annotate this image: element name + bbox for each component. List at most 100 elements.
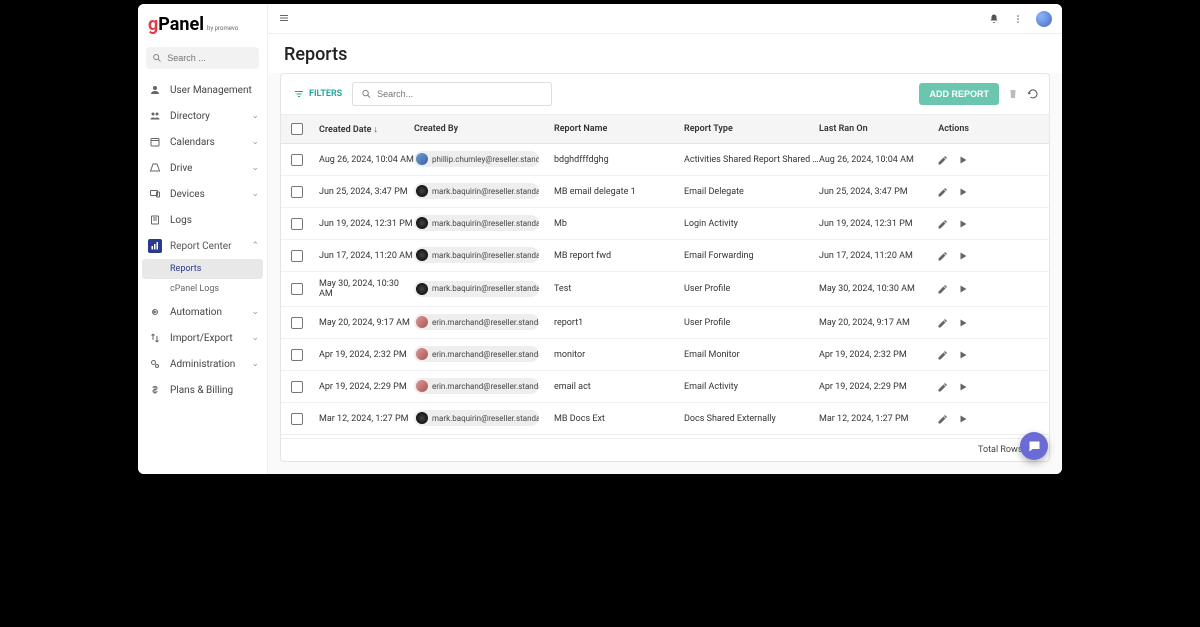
cell-created-date: Jun 19, 2024, 12:31 PM [319,219,414,229]
table-search[interactable] [352,82,552,106]
run-icon[interactable] [957,283,969,295]
sidebar-item-administration[interactable]: Administration ⌄ [138,351,267,377]
avatar-icon [416,249,428,261]
row-checkbox[interactable] [291,186,303,198]
user-chip[interactable]: mark.baquirin@reseller.standard... [414,247,539,263]
user-chip[interactable]: phillip.chumley@reseller.standa... [414,151,539,167]
menu-toggle-icon[interactable] [278,9,290,28]
search-icon [152,52,162,64]
edit-icon[interactable] [937,250,949,262]
avatar-icon [416,412,428,424]
filters-button[interactable]: FILTERS [291,84,344,104]
sidebar-item-user-management[interactable]: User Management [138,77,267,103]
edit-icon[interactable] [937,317,949,329]
user-chip[interactable]: mark.baquirin@reseller.standar... [414,410,539,426]
sidebar-item-automation[interactable]: Automation ⌄ [138,299,267,325]
delete-icon[interactable] [1007,88,1019,100]
run-icon[interactable] [957,250,969,262]
cell-last-ran: Jun 17, 2024, 11:20 AM [819,251,919,261]
user-chip[interactable]: mark.baquirin@reseller.standard... [414,215,539,231]
row-checkbox[interactable] [291,413,303,425]
bell-icon[interactable] [988,13,1000,25]
cell-report-type: Login Activity [684,219,819,229]
nav-label: Import/Export [170,333,233,344]
cell-last-ran: May 20, 2024, 9:17 AM [819,318,919,328]
row-checkbox[interactable] [291,317,303,329]
table-row: Apr 19, 2024, 2:29 PMerin.marchand@resel… [281,371,1049,403]
chat-fab[interactable] [1020,432,1048,460]
sidebar-search[interactable] [146,47,259,69]
run-icon[interactable] [957,381,969,393]
sidebar-item-report-center[interactable]: Report Center ⌃ [138,233,267,259]
sidebar-item-directory[interactable]: Directory ⌄ [138,103,267,129]
avatar-icon [416,316,428,328]
table-row: Apr 19, 2024, 2:32 PMerin.marchand@resel… [281,339,1049,371]
row-checkbox[interactable] [291,218,303,230]
cell-report-type: Email Forwarding [684,251,819,261]
main-panel: Reports FILTERS ADD REPORT Created Date↓ [268,4,1062,474]
sidebar-item-plans-billing[interactable]: Plans & Billing [138,377,267,403]
nav-label: User Management [170,85,252,96]
nav-label: Report Center [170,241,231,252]
sidebar-item-drive[interactable]: Drive ⌄ [138,155,267,181]
more-vert-icon[interactable] [1012,13,1024,25]
run-icon[interactable] [957,186,969,198]
cell-report-name: report1 [554,318,684,328]
chevron-down-icon: ⌄ [251,111,259,121]
sidebar-item-logs[interactable]: Logs [138,207,267,233]
user-chip[interactable]: erin.marchand@reseller.standar... [414,314,539,330]
sidebar-item-devices[interactable]: Devices ⌄ [138,181,267,207]
edit-icon[interactable] [937,413,949,425]
row-checkbox[interactable] [291,381,303,393]
user-chip[interactable]: mark.baquirin@reseller.standard... [414,281,539,297]
run-icon[interactable] [957,218,969,230]
edit-icon[interactable] [937,218,949,230]
row-checkbox[interactable] [291,283,303,295]
col-created-by[interactable]: Created By [414,124,554,134]
cell-report-name: Test [554,284,684,294]
sidebar-subitem-cpanel-logs[interactable]: cPanel Logs [142,279,263,299]
nav-label: Directory [170,111,210,122]
cell-report-name: monitor [554,350,684,360]
select-all-checkbox[interactable] [291,123,303,135]
user-avatar[interactable] [1036,11,1052,27]
row-checkbox[interactable] [291,154,303,166]
sidebar-item-calendars[interactable]: Calendars ⌄ [138,129,267,155]
edit-icon[interactable] [937,283,949,295]
refresh-icon[interactable] [1027,88,1039,100]
edit-icon[interactable] [937,349,949,361]
table-row: May 30, 2024, 10:30 AMmark.baquirin@rese… [281,272,1049,307]
col-last-ran[interactable]: Last Ran On [819,124,919,134]
add-report-button[interactable]: ADD REPORT [919,83,999,105]
logo-panel: Panel [158,14,204,35]
user-chip[interactable]: erin.marchand@reseller.standar... [414,346,539,362]
edit-icon[interactable] [937,381,949,393]
avatar-icon [416,283,428,295]
import-export-icon [148,331,162,345]
run-icon[interactable] [957,154,969,166]
table-search-input[interactable] [377,89,543,99]
cell-created-by: mark.baquirin@reseller.standard... [414,215,554,232]
edit-icon[interactable] [937,154,949,166]
cell-created-by: phillip.chumley@reseller.standa... [414,151,554,168]
sidebar-item-import-export[interactable]: Import/Export ⌄ [138,325,267,351]
chevron-down-icon: ⌄ [251,359,259,369]
col-report-type[interactable]: Report Type [684,124,819,134]
run-icon[interactable] [957,349,969,361]
user-chip[interactable]: erin.marchand@reseller.standar... [414,378,539,394]
row-checkbox[interactable] [291,250,303,262]
col-report-name[interactable]: Report Name [554,124,684,134]
sidebar-subitem-reports[interactable]: Reports [142,259,263,279]
chevron-down-icon: ⌄ [251,307,259,317]
edit-icon[interactable] [937,186,949,198]
cell-report-type: User Profile [684,284,819,294]
run-icon[interactable] [957,317,969,329]
user-chip[interactable]: mark.baquirin@reseller.standard... [414,183,539,199]
cell-created-date: Aug 26, 2024, 10:04 AM [319,155,414,165]
col-created-date[interactable]: Created Date↓ [319,124,414,135]
run-icon[interactable] [957,413,969,425]
row-checkbox[interactable] [291,349,303,361]
sidebar-search-input[interactable] [167,53,253,63]
sidebar: gPanel by promevo User Management Direct… [138,4,268,474]
chevron-down-icon: ⌄ [251,333,259,343]
